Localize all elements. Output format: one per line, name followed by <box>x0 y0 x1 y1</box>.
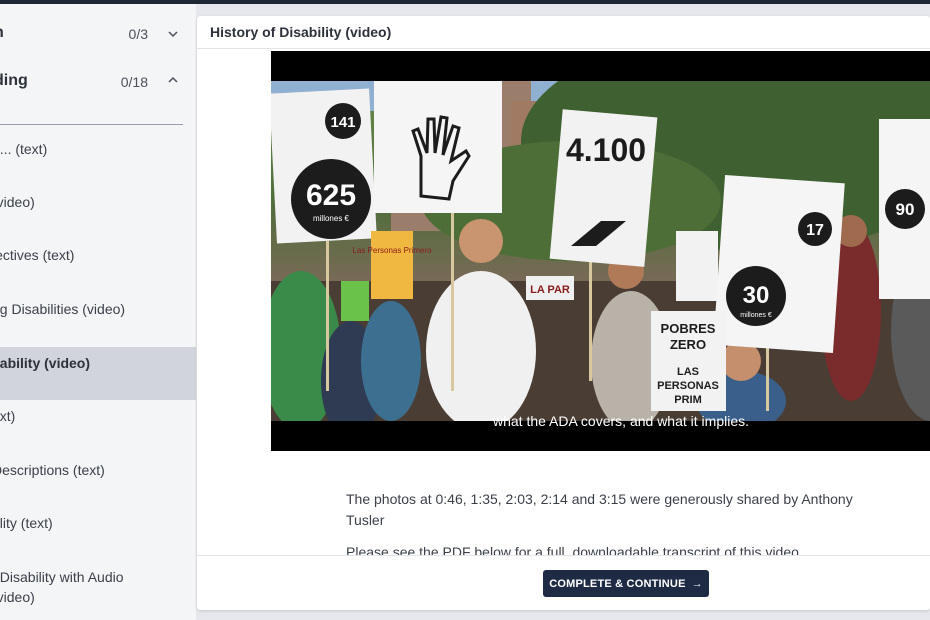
sign-text: POBRES <box>661 321 716 336</box>
lesson-title-line2: (video) <box>0 589 35 605</box>
panel-header: History of Disability (video) <box>197 16 930 49</box>
lesson-title: sability (video) <box>0 355 91 371</box>
sign-text: PERSONAS <box>657 380 719 392</box>
section-progress-count: 0/18 <box>120 74 148 90</box>
section-progress-count: 0/3 <box>128 26 148 42</box>
course-sidebar: n 0/3 ding 0/18 e... (text) (video) N je… <box>0 4 196 620</box>
lesson-item[interactable]: f Disability with Audio (video) N <box>0 564 196 620</box>
lesson-title: ality (text) <box>0 515 53 531</box>
lesson-footer: COMPLETE & CONTINUE → <box>197 555 930 610</box>
sign-number: 90 <box>896 200 915 219</box>
lesson-title: History of Disability (video) <box>210 24 392 40</box>
protest-photo: 141 625 millones € 4.100 Las Personas Pr… <box>271 81 930 421</box>
sign-caption: millones € <box>313 214 350 223</box>
lesson-title: e... (text) <box>0 141 48 157</box>
section-header-2[interactable]: ding 0/18 <box>0 60 196 100</box>
arrow-right-icon: → <box>691 577 703 590</box>
sign-text: Las Personas Primero <box>352 246 432 255</box>
lesson-item-active[interactable]: sability (video) N <box>0 347 196 400</box>
sign-number: 141 <box>330 114 355 131</box>
sign-text: ZERO <box>670 337 706 352</box>
lesson-title: (video) <box>0 194 35 210</box>
complete-continue-button[interactable]: COMPLETE & CONTINUE → <box>543 570 709 597</box>
chevron-down-icon[interactable] <box>167 28 179 40</box>
lesson-item[interactable]: ality (text) <box>0 510 196 562</box>
sign-text: LAS <box>677 366 699 378</box>
lesson-item[interactable]: ext) <box>0 402 196 454</box>
section-title: ding <box>0 72 28 89</box>
video-frame: 141 625 millones € 4.100 Las Personas Pr… <box>271 81 930 421</box>
lesson-title: Descriptions (text) <box>0 462 105 478</box>
lesson-item[interactable]: Descriptions (text) <box>0 456 196 508</box>
lesson-title: f Disability with Audio <box>0 569 124 585</box>
sign-number: 30 <box>743 282 770 309</box>
divider <box>0 124 183 125</box>
lesson-item[interactable]: jectives (text) <box>0 238 196 290</box>
complete-continue-label: COMPLETE & CONTINUE <box>549 577 686 590</box>
lesson-item[interactable]: ng Disabilities (video) N <box>0 292 196 344</box>
lesson-title: ng Disabilities (video) <box>0 301 126 317</box>
video-player[interactable]: 141 625 millones € 4.100 Las Personas Pr… <box>271 51 930 451</box>
lesson-title: jectives (text) <box>0 247 75 263</box>
video-credit-text: The photos at 0:46, 1:35, 2:03, 2:14 and… <box>346 491 853 528</box>
section-header-1[interactable]: n 0/3 <box>0 12 196 52</box>
lesson-title: ext) <box>0 408 16 424</box>
chevron-up-icon[interactable] <box>167 74 179 86</box>
lesson-panel: History of Disability (video) 141 625 mi… <box>197 16 930 610</box>
section-title: n <box>0 24 4 42</box>
sign-text: PRIM <box>674 394 702 406</box>
sign-number: 625 <box>306 179 356 212</box>
sign-caption: millones € <box>740 312 772 319</box>
video-caption: what the ADA covers, and what it implies… <box>492 413 749 429</box>
lesson-item[interactable]: (video) N <box>0 184 196 236</box>
sign-number: 4.100 <box>566 132 646 168</box>
lesson-item[interactable]: e... (text) <box>0 130 196 182</box>
sign-text: LA PAR <box>530 284 570 296</box>
sign-number: 17 <box>806 222 824 239</box>
